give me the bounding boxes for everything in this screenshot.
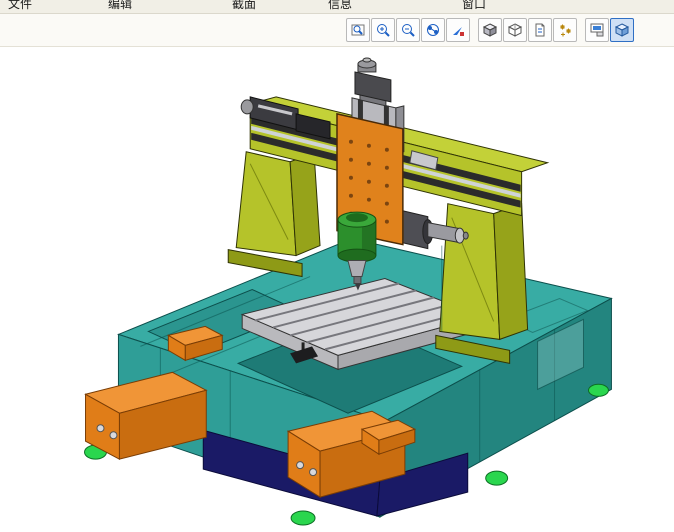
drawing-sheet-icon	[535, 23, 545, 37]
zoom-out-button[interactable]	[396, 18, 420, 42]
zoom-window-icon	[351, 24, 365, 36]
menu-bar: 文件 编辑 截面 信息 窗口	[0, 0, 674, 14]
rotate-view-button[interactable]	[421, 18, 445, 42]
wireframe-view-button[interactable]	[503, 18, 527, 42]
isometric-view-button[interactable]	[478, 18, 502, 42]
wireframe-view-icon	[507, 23, 523, 37]
regenerate-icon	[560, 24, 571, 37]
menu-item-window[interactable]: 窗口	[462, 0, 486, 13]
menu-item-section[interactable]: 截面	[232, 0, 256, 13]
z-motor	[354, 57, 392, 103]
zoom-in-icon	[377, 24, 390, 37]
dynamic-view-icon	[453, 27, 464, 36]
zoom-window-button[interactable]	[346, 18, 370, 42]
display-mode-button[interactable]	[585, 18, 609, 42]
zoom-in-button[interactable]	[371, 18, 395, 42]
3d-viewport[interactable]	[0, 47, 674, 532]
display-mode-icon	[590, 23, 604, 37]
shaded-view-button[interactable]	[610, 18, 634, 42]
menu-item-file[interactable]: 文件	[8, 0, 32, 13]
rotate-view-icon	[427, 24, 439, 36]
dynamic-view-button[interactable]	[446, 18, 470, 42]
drawing-sheet-button[interactable]	[528, 18, 552, 42]
menu-item-info[interactable]: 信息	[328, 0, 352, 13]
shaded-view-icon	[614, 23, 630, 37]
cad-model-cnc-machine	[84, 57, 613, 526]
isometric-view-icon	[482, 23, 498, 37]
view-toolbar	[0, 14, 674, 47]
regenerate-button[interactable]	[553, 18, 577, 42]
zoom-out-icon	[402, 24, 415, 37]
menu-item-edit[interactable]: 编辑	[108, 0, 132, 13]
